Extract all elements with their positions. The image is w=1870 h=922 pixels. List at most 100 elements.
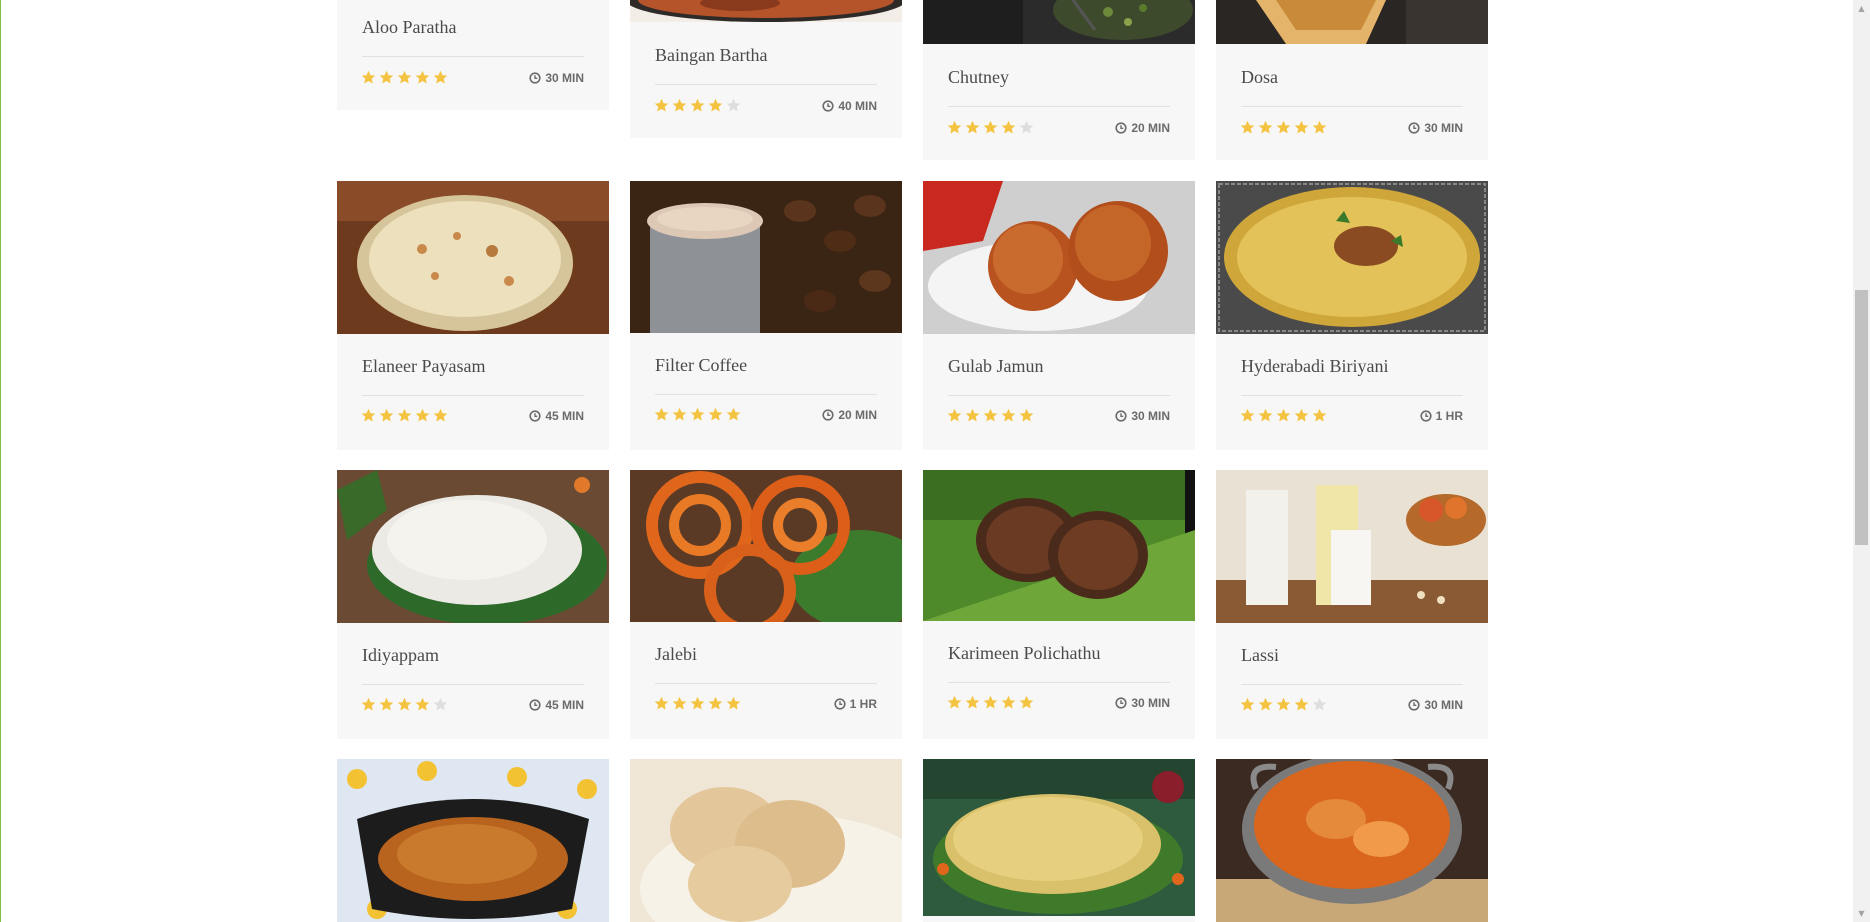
card-divider [1241, 395, 1463, 396]
cook-time: 45 MIN [529, 409, 584, 423]
recipe-title[interactable]: Baingan Bartha [655, 45, 767, 66]
card-divider [948, 106, 1170, 107]
star-filled-icon [983, 695, 998, 709]
vertical-scrollbar[interactable]: ▲ ▼ [1853, 0, 1870, 922]
recipe-image[interactable] [923, 0, 1195, 44]
clock-icon [1115, 697, 1127, 709]
star-filled-icon [1276, 697, 1291, 711]
star-filled-icon [379, 70, 394, 84]
recipe-card[interactable]: Karimeen Polichathu 30 MIN [923, 470, 1195, 739]
cook-time: 45 MIN [529, 698, 584, 712]
recipe-image[interactable] [1216, 759, 1488, 922]
clock-icon [529, 72, 541, 84]
recipe-card[interactable]: Dosa 30 MIN [1216, 0, 1488, 160]
recipe-card[interactable]: Gulab Jamun 30 MIN [923, 181, 1195, 450]
cook-time: 30 MIN [529, 71, 584, 85]
star-filled-icon [1001, 408, 1016, 422]
star-filled-icon [1294, 697, 1309, 711]
star-filled-icon [397, 408, 412, 422]
recipe-card[interactable]: Hyderabadi Biriyani 1 HR [1216, 181, 1488, 450]
recipe-image[interactable] [923, 181, 1195, 334]
cook-time: 20 MIN [822, 408, 877, 422]
page-left-border [0, 0, 1, 922]
recipe-title[interactable]: Karimeen Polichathu [948, 643, 1100, 664]
recipe-card[interactable]: Elaneer Payasam 45 MIN [337, 181, 609, 450]
star-filled-icon [1312, 120, 1327, 134]
star-filled-icon [672, 696, 687, 710]
star-filled-icon [654, 696, 669, 710]
recipe-image[interactable] [630, 759, 902, 922]
star-filled-icon [983, 120, 998, 134]
recipe-card[interactable]: Baingan Bartha 40 MIN [630, 0, 902, 138]
rating-stars [1240, 120, 1327, 135]
cook-time-label: 30 MIN [1424, 121, 1463, 135]
recipe-title[interactable]: Dosa [1241, 67, 1278, 88]
recipe-image[interactable] [1216, 181, 1488, 334]
recipe-title[interactable]: Lassi [1241, 645, 1279, 666]
cook-time-label: 45 MIN [545, 409, 584, 423]
recipe-card[interactable] [923, 759, 1195, 922]
recipe-title[interactable]: Chutney [948, 67, 1009, 88]
recipe-card[interactable]: Filter Coffee 20 MIN [630, 181, 902, 450]
recipe-card[interactable]: Chutney 20 MIN [923, 0, 1195, 160]
recipe-title[interactable]: Filter Coffee [655, 355, 747, 376]
recipe-title[interactable]: Hyderabadi Biriyani [1241, 356, 1388, 377]
recipe-image[interactable] [337, 181, 609, 334]
recipe-card[interactable] [337, 759, 609, 922]
star-filled-icon [433, 70, 448, 84]
star-filled-icon [947, 120, 962, 134]
star-filled-icon [1312, 408, 1327, 422]
clock-icon [529, 410, 541, 422]
recipe-image[interactable] [1216, 470, 1488, 623]
recipe-title[interactable]: Aloo Paratha [362, 17, 456, 38]
scrollbar-thumb[interactable] [1855, 290, 1868, 545]
star-filled-icon [690, 696, 705, 710]
scroll-down-arrow-icon[interactable]: ▼ [1853, 905, 1870, 922]
clock-icon [822, 409, 834, 421]
rating-stars [654, 696, 741, 711]
recipe-title[interactable]: Gulab Jamun [948, 356, 1043, 377]
star-filled-icon [708, 98, 723, 112]
star-filled-icon [361, 70, 376, 84]
rating-stars [361, 70, 448, 85]
star-filled-icon [965, 120, 980, 134]
cook-time-label: 45 MIN [545, 698, 584, 712]
recipe-image[interactable] [630, 470, 902, 622]
recipe-title[interactable]: Elaneer Payasam [362, 356, 485, 377]
star-filled-icon [1294, 120, 1309, 134]
recipe-card[interactable]: Idiyappam 45 MIN [337, 470, 609, 739]
recipe-card[interactable] [1216, 759, 1488, 922]
recipe-image[interactable] [337, 470, 609, 623]
recipe-image[interactable] [630, 0, 902, 22]
recipe-card[interactable]: Jalebi 1 HR [630, 470, 902, 739]
scroll-up-arrow-icon[interactable]: ▲ [1853, 0, 1870, 17]
recipe-card[interactable] [630, 759, 902, 922]
recipe-image[interactable] [923, 759, 1195, 916]
star-empty-icon [726, 98, 741, 112]
star-filled-icon [397, 697, 412, 711]
star-filled-icon [654, 98, 669, 112]
star-filled-icon [1258, 120, 1273, 134]
star-filled-icon [1276, 408, 1291, 422]
star-filled-icon [379, 408, 394, 422]
star-filled-icon [708, 696, 723, 710]
cook-time: 40 MIN [822, 99, 877, 113]
card-divider [1241, 684, 1463, 685]
recipe-title[interactable]: Jalebi [655, 644, 697, 665]
star-filled-icon [1240, 120, 1255, 134]
star-filled-icon [379, 697, 394, 711]
recipe-image[interactable] [337, 759, 609, 922]
star-filled-icon [983, 408, 998, 422]
star-filled-icon [1276, 120, 1291, 134]
recipe-title[interactable]: Idiyappam [362, 645, 439, 666]
cook-time: 1 HR [1420, 409, 1463, 423]
star-filled-icon [708, 407, 723, 421]
cook-time: 1 HR [834, 697, 877, 711]
recipe-image[interactable] [923, 470, 1195, 621]
clock-icon [529, 699, 541, 711]
recipe-card[interactable]: Lassi 30 MIN [1216, 470, 1488, 739]
recipe-image[interactable] [630, 181, 902, 333]
cook-time: 30 MIN [1408, 121, 1463, 135]
recipe-image[interactable] [1216, 0, 1488, 44]
recipe-card[interactable]: Aloo Paratha 30 MIN [337, 0, 609, 110]
